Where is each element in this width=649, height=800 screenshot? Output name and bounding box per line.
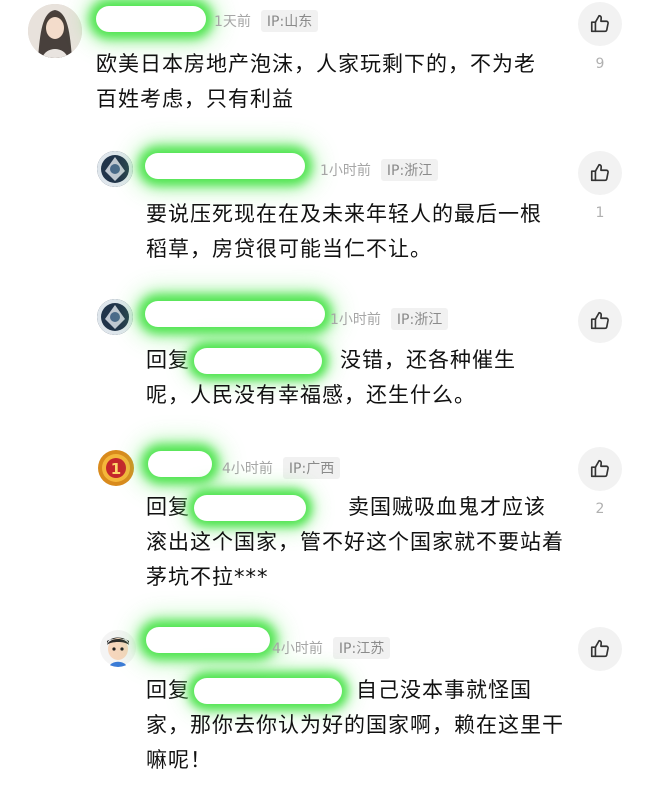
ip-location-badge: IP:广西 xyxy=(282,457,341,479)
comment-text: 回复 没错，还各种催生 呢，人民没有幸福感，还生什么。 xyxy=(146,343,566,413)
reply-prefix: 回复 xyxy=(146,678,190,702)
comment-text-line1: 自己没本事就怪国 xyxy=(356,678,532,702)
username-redacted xyxy=(145,153,305,179)
ip-location-badge: IP:浙江 xyxy=(380,159,439,181)
ip-location-badge: IP:山东 xyxy=(260,10,319,32)
username-redacted xyxy=(145,301,325,327)
reply-target-redacted[interactable] xyxy=(194,495,306,521)
like-count: 9 xyxy=(595,56,605,72)
thumbs-up-icon xyxy=(590,459,609,478)
reply-prefix: 回复 xyxy=(146,495,190,519)
comment-item: 1 4小时前 IP:广西 回复 卖国贼吸血鬼才应该 滚出这个国家，管不好这个国家就… xyxy=(0,445,649,615)
comment-item: 1小时前 IP:浙江 回复 没错，还各种催生 呢，人民没有幸福感，还生什么。 xyxy=(0,295,649,435)
comment-item: 1小时前 IP:浙江 要说压死现在在及未来年轻人的最后一根稻草，房贷很可能当仁不… xyxy=(0,145,649,285)
comment-text-rest: 呢，人民没有幸福感，还生什么。 xyxy=(146,383,476,407)
username-redacted xyxy=(146,627,270,653)
comment-time: 4小时前 xyxy=(272,641,323,657)
comment-meta: 4小时前 IP:广西 xyxy=(222,457,341,479)
avatar[interactable]: 1 xyxy=(97,449,135,487)
comment-text: 回复 自己没本事就怪国 家，那你去你认为好的国家啊，赖在这里干嘛呢！ xyxy=(146,673,566,778)
reply-prefix: 回复 xyxy=(146,348,190,372)
comment-time: 1天前 xyxy=(214,14,251,30)
comment-meta: 1小时前 IP:浙江 xyxy=(330,308,449,330)
comment-meta: 4小时前 IP:江苏 xyxy=(272,637,391,659)
thumbs-up-icon xyxy=(590,311,609,330)
ip-location-badge: IP:江苏 xyxy=(332,637,391,659)
ip-location-badge: IP:浙江 xyxy=(390,308,449,330)
thumbs-up-icon xyxy=(590,639,609,658)
avatar[interactable] xyxy=(28,4,82,58)
like-count: 2 xyxy=(595,501,605,517)
comment-time: 4小时前 xyxy=(222,461,273,477)
comment-text-rest: 滚出这个国家，管不好这个国家就不要站着茅坑不拉*** xyxy=(146,530,564,589)
avatar[interactable] xyxy=(99,629,137,667)
comment-text-rest: 家，那你去你认为好的国家啊，赖在这里干嘛呢！ xyxy=(146,713,564,772)
comment-text-line1: 卖国贼吸血鬼才应该 xyxy=(348,495,546,519)
thumbs-up-icon xyxy=(590,14,609,33)
comment-time: 1小时前 xyxy=(330,312,381,328)
avatar[interactable] xyxy=(97,299,133,335)
thumbs-up-icon xyxy=(590,163,609,182)
comment-item: 1天前 IP:山东 欧美日本房地产泡沫，人家玩剩下的，不为老百姓考虑，只有利益 … xyxy=(0,0,649,130)
username-redacted xyxy=(96,6,206,32)
like-button[interactable] xyxy=(578,627,622,671)
comment-meta: 1天前 IP:山东 xyxy=(214,10,319,32)
reply-target-redacted[interactable] xyxy=(194,678,342,704)
username-redacted xyxy=(148,451,212,477)
svg-text:1: 1 xyxy=(111,460,121,478)
comment-text: 回复 卖国贼吸血鬼才应该 滚出这个国家，管不好这个国家就不要站着茅坑不拉*** xyxy=(146,490,566,595)
like-button[interactable] xyxy=(578,299,622,343)
like-button[interactable] xyxy=(578,447,622,491)
avatar[interactable] xyxy=(97,151,133,187)
like-count: 1 xyxy=(595,205,605,221)
comment-text: 欧美日本房地产泡沫，人家玩剩下的，不为老百姓考虑，只有利益 xyxy=(96,52,536,111)
comment-meta: 1小时前 IP:浙江 xyxy=(320,159,439,181)
comment-item: 4小时前 IP:江苏 回复 自己没本事就怪国 家，那你去你认为好的国家啊，赖在这里… xyxy=(0,625,649,800)
reply-target-redacted[interactable] xyxy=(194,348,322,374)
like-button[interactable] xyxy=(578,2,622,46)
like-button[interactable] xyxy=(578,151,622,195)
comment-time: 1小时前 xyxy=(320,163,371,179)
comment-text-line1: 没错，还各种催生 xyxy=(340,348,516,372)
comment-text: 要说压死现在在及未来年轻人的最后一根稻草，房贷很可能当仁不让。 xyxy=(146,202,542,261)
